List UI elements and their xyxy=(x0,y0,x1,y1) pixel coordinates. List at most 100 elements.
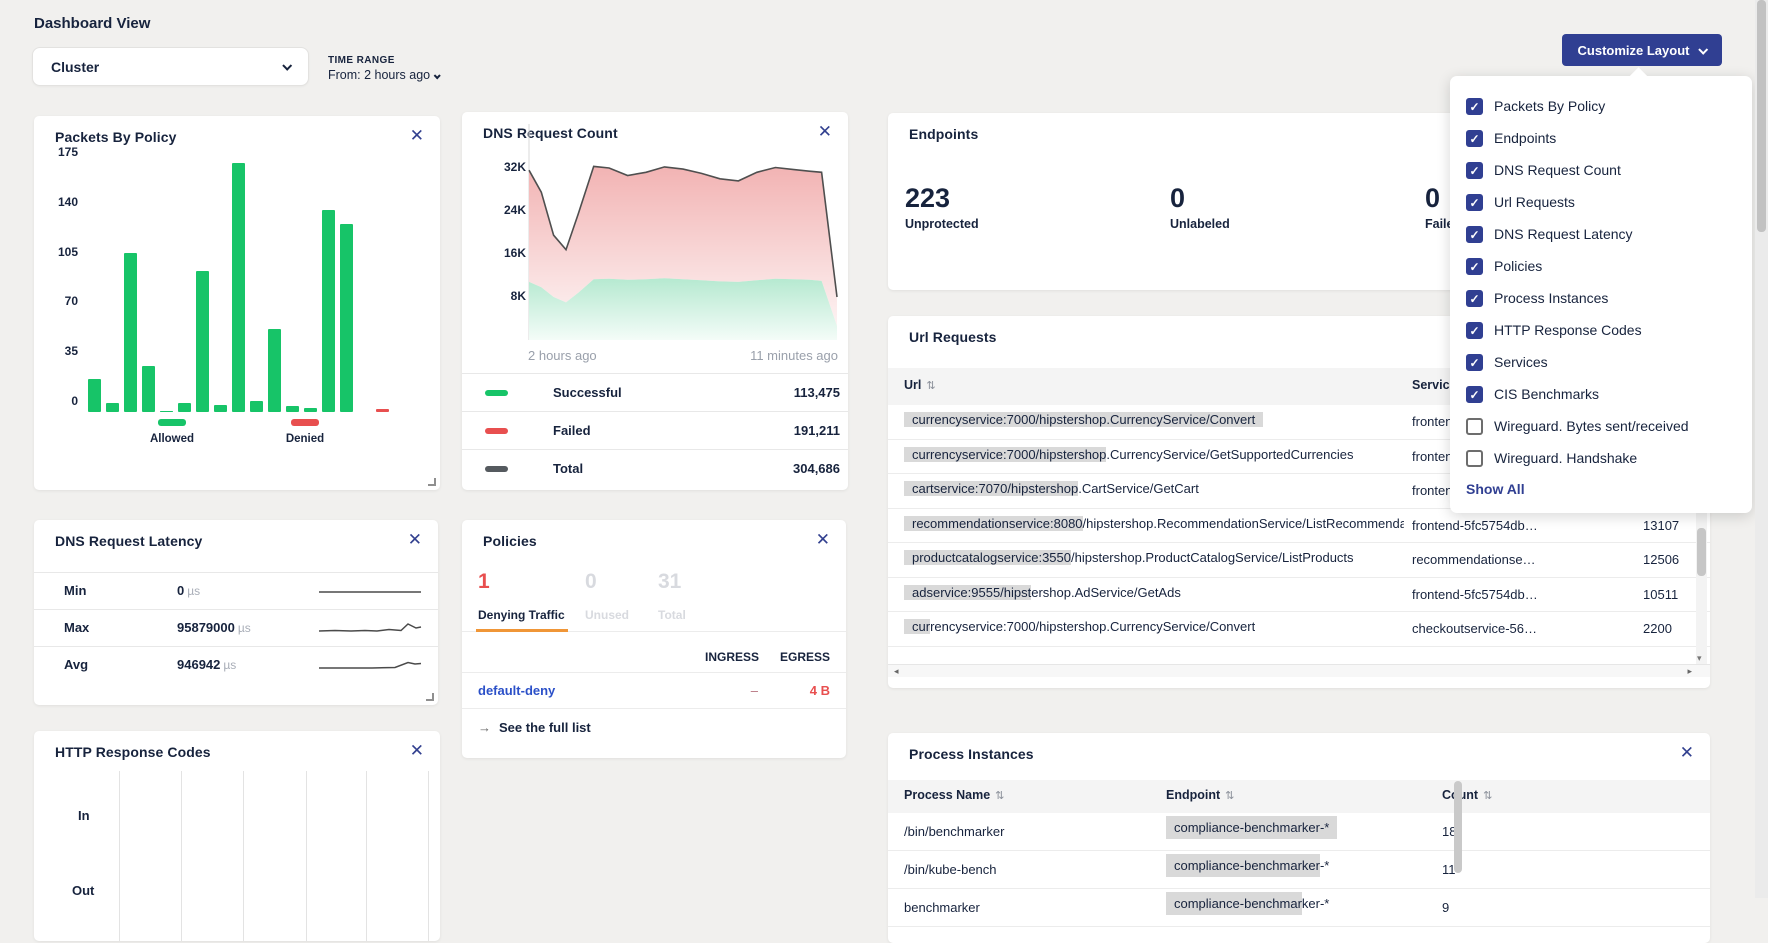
menu-item-label: Process Instances xyxy=(1494,290,1608,306)
url-table-row: adservice:9555/hipstershop.AdService/Get… xyxy=(888,578,1710,613)
url-cell: currencyservice:7000/hipstershop.Currenc… xyxy=(904,412,1263,427)
denied-bar xyxy=(376,409,389,412)
menu-item-dns-request-count[interactable]: ✓ DNS Request Count xyxy=(1466,154,1736,186)
menu-item-label: DNS Request Count xyxy=(1494,162,1621,178)
scrollbar-thumb[interactable] xyxy=(1454,781,1462,873)
grid-line xyxy=(243,771,244,941)
resize-handle[interactable] xyxy=(428,478,436,486)
scrollbar-thumb[interactable] xyxy=(1697,528,1706,576)
grid-line xyxy=(428,771,429,941)
y-tick-label: 140 xyxy=(48,195,78,209)
stat-value: 223 xyxy=(905,183,979,214)
allowed-bar xyxy=(268,329,281,412)
menu-item-url-requests[interactable]: ✓Url Requests xyxy=(1466,186,1736,218)
service-cell: checkoutservice-56… xyxy=(1412,621,1637,636)
close-icon[interactable]: ✕ xyxy=(410,742,424,759)
menu-item-cis-benchmarks[interactable]: ✓ CIS Benchmarks xyxy=(1466,378,1736,410)
menu-item-http-response-codes[interactable]: ✓HTTP Response Codes xyxy=(1466,314,1736,346)
tab-total[interactable]: 31 Total xyxy=(658,570,686,622)
url-cell: recommendationservice:8080/hipstershop.R… xyxy=(904,516,1404,531)
checkbox-checked-icon[interactable]: ✓ xyxy=(1466,386,1483,403)
menu-item-wireguard-handshake[interactable]: Wireguard. Handshake xyxy=(1466,442,1736,474)
close-icon[interactable]: ✕ xyxy=(816,531,830,548)
failed-swatch xyxy=(485,428,508,434)
scroll-left-icon[interactable]: ◂ xyxy=(894,666,899,677)
x-axis-label-left: 2 hours ago xyxy=(528,348,597,363)
column-header-ingress: INGRESS xyxy=(705,650,758,664)
endpoint-highlight: compliance-benchmarker-* xyxy=(1166,816,1337,839)
url-highlight: adservice:9555/hipst xyxy=(904,585,1031,600)
menu-item-policies[interactable]: ✓Policies xyxy=(1466,250,1736,282)
tab-denying-traffic[interactable]: 1 Denying Traffic xyxy=(478,570,565,622)
checkbox-checked-icon[interactable]: ✓ xyxy=(1466,130,1483,147)
count-cell: 12506 xyxy=(1643,552,1679,567)
scroll-right-icon[interactable]: ▸ xyxy=(1687,666,1692,677)
menu-item-endpoints[interactable]: ✓Endpoints xyxy=(1466,122,1736,154)
show-all-link[interactable]: Show All xyxy=(1466,481,1736,497)
legend-label: Successful xyxy=(553,385,622,400)
allowed-bar xyxy=(214,405,227,412)
view-selector-dropdown[interactable]: Cluster xyxy=(32,47,309,86)
column-header-count[interactable]: Count⇅ xyxy=(1442,788,1492,802)
unused-count: 0 xyxy=(585,570,629,594)
allowed-bar xyxy=(340,224,353,412)
allowed-bar xyxy=(106,403,119,412)
policy-row[interactable]: default-deny – 4 B xyxy=(462,672,846,709)
allowed-bar xyxy=(286,406,299,412)
checkbox-checked-icon[interactable]: ✓ xyxy=(1466,354,1483,371)
customize-layout-menu: ✓Packets By Policy✓Endpoints✓DNS Request… xyxy=(1450,76,1752,513)
horizontal-scrollbar[interactable]: ◂ ▸ xyxy=(888,664,1710,677)
checkbox-checked-icon[interactable]: ✓ xyxy=(1466,162,1483,179)
process-instances-card: Process Instances ✕ Process Name⇅ Endpoi… xyxy=(888,733,1710,943)
menu-item-process-instances[interactable]: ✓ Process Instances xyxy=(1466,282,1736,314)
menu-caret xyxy=(1629,67,1647,85)
url-highlight: productcatalogservice:3550 xyxy=(904,550,1071,565)
latency-label: Max xyxy=(64,620,89,635)
checkbox-checked-icon[interactable]: ✓ xyxy=(1466,194,1483,211)
column-header-endpoint[interactable]: Endpoint⇅ xyxy=(1166,788,1234,802)
menu-item-services[interactable]: ✓Services xyxy=(1466,346,1736,378)
scroll-down-icon[interactable]: ▾ xyxy=(1697,653,1702,664)
url-table-row: productcatalogservice:3550/hipstershop.P… xyxy=(888,543,1710,578)
close-icon[interactable]: ✕ xyxy=(1680,744,1694,761)
checkbox-checked-icon[interactable]: ✓ xyxy=(1466,98,1483,115)
checkbox-checked-icon[interactable]: ✓ xyxy=(1466,258,1483,275)
scrollbar-thumb[interactable] xyxy=(1757,0,1766,232)
time-range-from[interactable]: From: 2 hours ago xyxy=(328,68,439,82)
latency-unit: µs xyxy=(238,621,251,635)
close-icon[interactable]: ✕ xyxy=(408,531,422,548)
menu-item-packets-by-policy[interactable]: ✓Packets By Policy xyxy=(1466,90,1736,122)
allowed-bar xyxy=(142,366,155,412)
customize-layout-button[interactable]: Customize Layout xyxy=(1562,34,1722,66)
packets-bar-chart xyxy=(88,163,394,412)
see-full-list-link[interactable]: →See the full list xyxy=(478,720,591,735)
grid-line xyxy=(366,771,367,941)
page-scrollbar[interactable] xyxy=(1755,0,1768,898)
checkbox-checked-icon[interactable]: ✓ xyxy=(1466,290,1483,307)
sort-icon: ⇅ xyxy=(995,790,1004,802)
checkbox-unchecked-icon[interactable] xyxy=(1466,418,1483,435)
latency-label: Min xyxy=(64,583,86,598)
column-header-url[interactable]: Url⇅ xyxy=(904,378,936,392)
grid-line xyxy=(181,771,182,941)
allowed-bar xyxy=(304,408,317,412)
time-range-label: TIME RANGE xyxy=(328,55,439,66)
checkbox-checked-icon[interactable]: ✓ xyxy=(1466,322,1483,339)
menu-item-label: CIS Benchmarks xyxy=(1494,386,1599,402)
resize-handle[interactable] xyxy=(426,693,434,701)
menu-item-label: DNS Request Latency xyxy=(1494,226,1633,242)
checkbox-checked-icon[interactable]: ✓ xyxy=(1466,226,1483,243)
legend-row-total: Total304,686 xyxy=(462,449,848,487)
close-icon[interactable]: ✕ xyxy=(410,127,424,144)
legend-value: 113,475 xyxy=(794,385,840,400)
menu-item-dns-request-latency[interactable]: ✓ DNS Request Latency xyxy=(1466,218,1736,250)
latency-sparkline xyxy=(317,578,423,611)
menu-item-wireguard-bytes-sent-received[interactable]: Wireguard. Bytes sent/received xyxy=(1466,410,1736,442)
allowed-bar xyxy=(322,210,335,412)
column-header-process-name[interactable]: Process Name⇅ xyxy=(904,788,1004,802)
checkbox-unchecked-icon[interactable] xyxy=(1466,450,1483,467)
service-cell: frontend-5fc5754db… xyxy=(1412,518,1637,533)
url-table-row: currencyservice:7000/hipstershop.Currenc… xyxy=(888,612,1710,647)
policy-name-link[interactable]: default-deny xyxy=(478,683,555,698)
tab-unused[interactable]: 0 Unused xyxy=(585,570,629,622)
